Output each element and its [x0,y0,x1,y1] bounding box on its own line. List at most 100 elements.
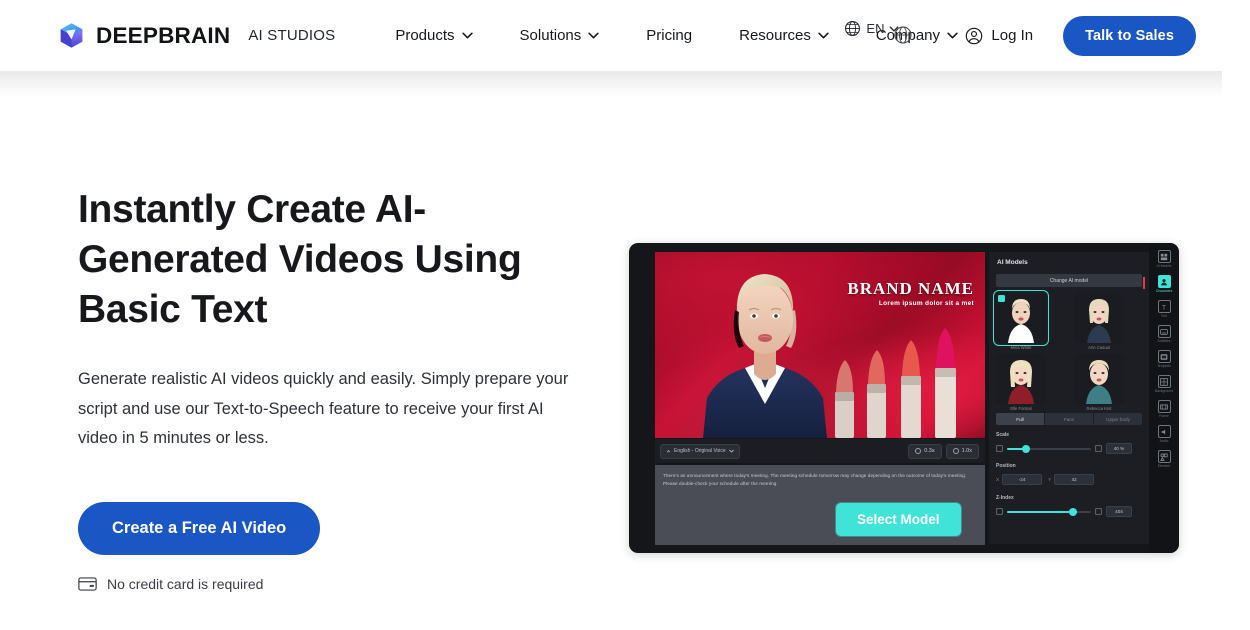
rail-label: Characters [1155,289,1173,293]
rail-item-characters[interactable]: Characters [1143,275,1177,294]
rail-label: Subtitles [1157,339,1171,343]
background-icon [1157,375,1171,388]
pause-value: 0.3s [924,448,935,454]
model-card[interactable]: Rebecca Knit [1074,354,1142,411]
model-name: Elle Formal [1010,406,1032,411]
nav-item-solutions[interactable]: Solutions [520,21,600,50]
rail-label: Frame [1159,414,1169,418]
rail-item-subtitles[interactable]: Subtitles [1151,325,1177,344]
talk-to-sales-button[interactable]: Talk to Sales [1063,15,1196,56]
nav-item-products[interactable]: Products [395,21,473,50]
credit-card-icon [78,576,97,591]
voice-icon [666,449,671,453]
panel-title: AI Models [997,259,1028,266]
voice-selector[interactable]: English - Original Voice [660,443,740,459]
segment-face[interactable]: Face [1045,413,1094,425]
scale-slider-track[interactable] [1007,444,1091,453]
rail-item-template[interactable]: Template [1151,350,1177,369]
editor-icon-rail: AI Models Characters T Text Subtitles Te… [1143,243,1179,553]
rail-label: Text [1160,314,1168,318]
model-thumbnail [993,290,1049,346]
element-icon [1157,450,1171,463]
zindex-value[interactable]: 404 [1106,506,1132,517]
product-preview: BRAND NAME Lorem ipsum dolor sit a met E… [629,243,1179,553]
nav-item-resources[interactable]: Resources [739,21,829,50]
clock-icon [915,448,922,454]
language-selector[interactable]: EN [844,20,899,37]
zindex-slider-row: 404 [996,506,1132,517]
zindex-label: Z-Index [996,495,1014,501]
position-y-input[interactable]: 42 [1054,474,1095,485]
ai-models-icon [1157,250,1171,263]
pause-duration-control[interactable]: 0.3s [908,443,942,459]
chevron-down-icon [890,25,899,32]
ai-models-panel: AI Models Change AI model Mina White Ann… [989,252,1149,544]
position-x-label: X [996,477,1000,482]
chevron-down-icon [818,32,829,39]
segment-upper-body[interactable]: Upper body [1094,413,1142,425]
speed-icon [952,448,959,454]
header-right-group: EN Log In Talk to Sales [845,0,1196,71]
position-row: X -24 Y 42 [996,474,1095,485]
lipstick-product-image [835,328,956,438]
nav-label: Resources [739,27,811,44]
crop-mode-segments: Full Face Upper body [996,413,1142,425]
page-title: Instantly Create AI-Generated Videos Usi… [78,188,522,331]
login-button[interactable]: Log In [965,27,1033,45]
select-model-button[interactable]: Select Model [836,503,961,536]
nav-item-pricing[interactable]: Pricing [646,21,692,50]
scale-slider-knob[interactable] [1022,444,1031,453]
position-x-group: X -24 [996,474,1043,485]
rail-item-frame[interactable]: Frame [1151,400,1177,419]
scale-value[interactable]: 40 % [1106,443,1132,454]
segment-full[interactable]: Full [996,413,1045,425]
site-header: DEEPBRAIN AI STUDIOS Products Solutions … [0,0,1222,71]
position-x-input[interactable]: -24 [1002,474,1043,485]
scale-label: Scale [996,432,1010,438]
ai-presenter-avatar [703,274,827,438]
chevron-down-icon [461,32,473,39]
rail-item-ai-models[interactable]: AI Models [1151,250,1177,269]
rail-item-audio[interactable]: Audio [1151,425,1177,444]
globe-icon [845,20,861,37]
rail-item-background[interactable]: Background [1151,375,1177,394]
scale-slider-row: 40 % [996,443,1132,454]
rail-label: Background [1154,389,1174,393]
hero-text-column: Instantly Create AI-Generated Videos Usi… [78,185,638,592]
brand-name: DEEPBRAIN [96,22,231,48]
language-label: EN [866,21,885,36]
cube-logo-icon [58,22,85,49]
nav-label: Products [395,27,455,44]
model-card[interactable]: Ann Casual [1074,293,1142,350]
model-thumbnail [996,354,1046,404]
model-card[interactable]: Elle Formal [996,354,1064,411]
speed-control[interactable]: 1.0x [945,443,979,459]
character-icon [1157,275,1171,288]
hero-subtitle: Generate realistic AI videos quickly and… [78,370,569,447]
rail-item-element[interactable]: Element [1151,450,1177,469]
zindex-max-icon [1095,508,1102,515]
toolbar-right-group: 0.3s 1.0x [908,443,979,459]
selected-check-icon [998,295,1005,302]
video-canvas[interactable]: BRAND NAME Lorem ipsum dolor sit a met [655,252,985,438]
login-label: Log In [991,27,1034,44]
model-thumbnail [1074,293,1124,343]
position-y-group: Y 42 [1048,474,1095,485]
rail-item-text[interactable]: T Text [1151,300,1177,319]
rail-label: AI Models [1156,264,1172,268]
voice-label: English - Original Voice [674,448,726,454]
chevron-down-icon [947,32,958,39]
canvas-brand-name: BRAND NAME [847,279,974,298]
rail-label: Audio [1159,439,1169,443]
zindex-slider-track[interactable] [1007,507,1091,516]
brand-logo[interactable]: DEEPBRAIN AI STUDIOS [58,22,335,49]
create-free-ai-video-button[interactable]: Create a Free AI Video [78,501,321,555]
chevron-down-icon [588,32,599,39]
model-grid: Mina White Ann Casual Elle Formal Rebecc… [993,290,1142,411]
model-card[interactable]: Mina White [993,290,1064,350]
change-ai-model-button[interactable]: Change AI model [996,274,1142,287]
no-credit-card-label: No credit card is required [107,575,264,592]
chevron-down-icon [728,449,734,453]
scrollbar-gutter[interactable] [1194,0,1222,630]
zindex-slider-knob[interactable] [1069,507,1078,516]
